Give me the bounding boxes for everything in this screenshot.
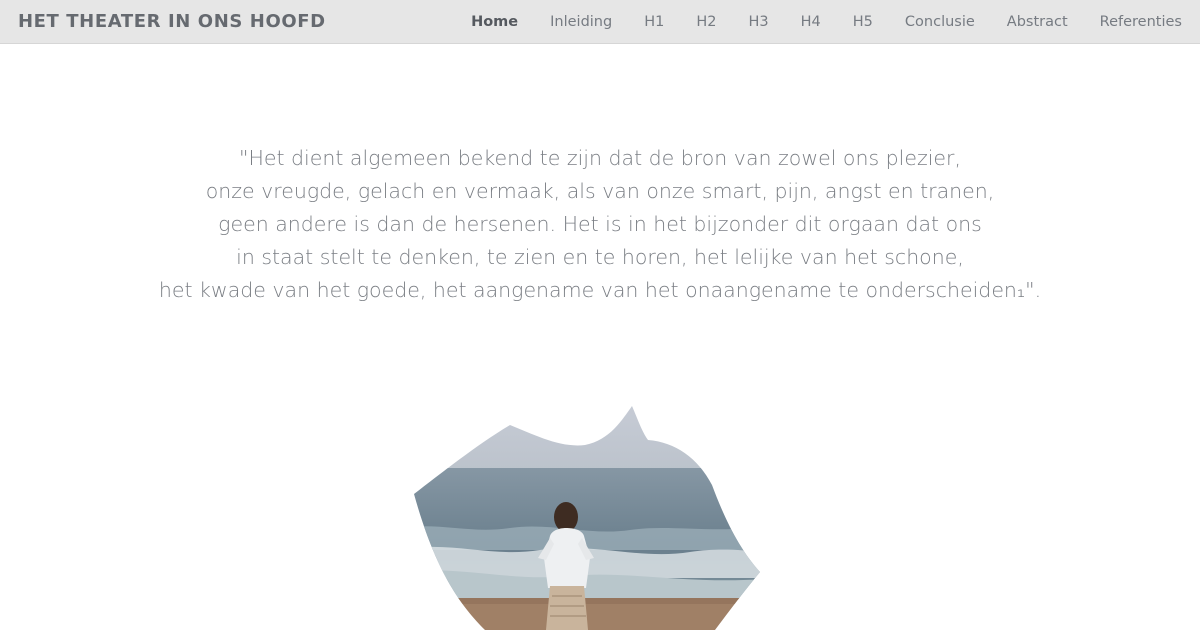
nav-item-conclusie[interactable]: Conclusie [905, 14, 975, 30]
head-silhouette-beach-image [414, 406, 760, 630]
quote-line: onze vreugde, gelach en vermaak, als van… [205, 179, 995, 203]
nav-item-h4[interactable]: H4 [801, 14, 821, 30]
quote-line: "Het dient algemeen bekend te zijn dat d… [239, 146, 961, 170]
nav-item-h5[interactable]: H5 [853, 14, 873, 30]
beach-photo [414, 406, 760, 630]
nav-item-home[interactable]: Home [471, 14, 518, 30]
top-navigation-bar: HET THEATER IN ONS HOOFD Home Inleiding … [0, 0, 1200, 44]
nav-item-abstract[interactable]: Abstract [1007, 14, 1068, 30]
quote-line: in staat stelt te denken, te zien en te … [236, 245, 964, 269]
nav-item-h2[interactable]: H2 [696, 14, 716, 30]
quote-line: geen andere is dan de hersenen. Het is i… [218, 212, 982, 236]
site-title[interactable]: HET THEATER IN ONS HOOFD [18, 11, 326, 32]
nav-item-h3[interactable]: H3 [748, 14, 768, 30]
nav-item-h1[interactable]: H1 [644, 14, 664, 30]
nav-item-referenties[interactable]: Referenties [1100, 14, 1182, 30]
hippocrates-quote: "Het dient algemeen bekend te zijn dat d… [0, 142, 1200, 307]
main-nav: Home Inleiding H1 H2 H3 H4 H5 Conclusie … [439, 0, 1182, 44]
quote-line: het kwade van het goede, het aangename v… [158, 278, 1042, 302]
nav-item-inleiding[interactable]: Inleiding [550, 14, 612, 30]
